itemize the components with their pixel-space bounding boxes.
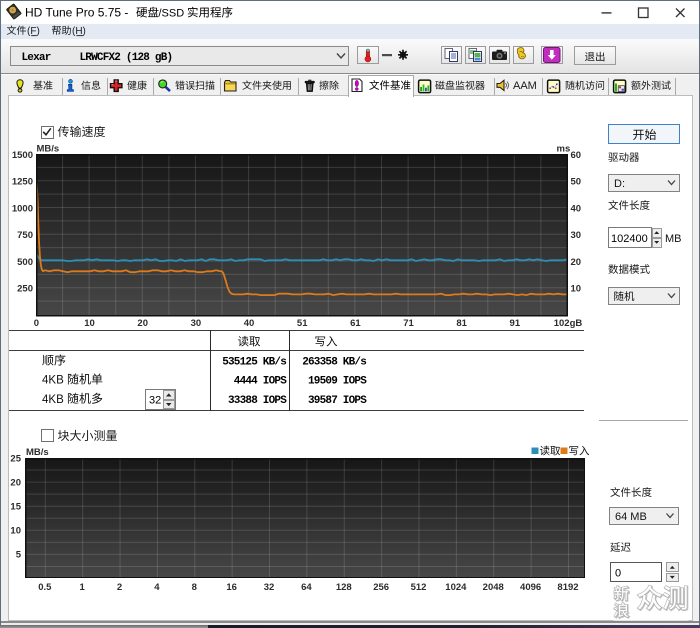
svg-text:81: 81 bbox=[456, 318, 467, 329]
svg-text:30: 30 bbox=[571, 230, 582, 241]
svg-text:HD Tune Pro 5.75 -: HD Tune Pro 5.75 - bbox=[25, 6, 128, 20]
svg-text:4KB: 4KB bbox=[42, 375, 64, 387]
svg-text:4444 IOPS: 4444 IOPS bbox=[234, 376, 287, 388]
svg-text:LRWCFX2 (128 gB): LRWCFX2 (128 gB) bbox=[80, 52, 173, 64]
svg-text:250: 250 bbox=[17, 284, 33, 295]
svg-text:0: 0 bbox=[615, 568, 621, 580]
svg-text:71: 71 bbox=[403, 318, 414, 329]
svg-text:91: 91 bbox=[510, 318, 521, 329]
svg-text:39587 IOPS: 39587 IOPS bbox=[308, 395, 367, 407]
svg-text:1000: 1000 bbox=[12, 203, 33, 214]
svg-text:/SSD: /SSD bbox=[159, 8, 185, 20]
svg-text:40: 40 bbox=[244, 318, 255, 329]
svg-text:1: 1 bbox=[80, 582, 86, 593]
svg-text:20: 20 bbox=[571, 257, 582, 268]
svg-text:102gB: 102gB bbox=[554, 318, 583, 329]
svg-text:61: 61 bbox=[350, 318, 361, 329]
svg-text:64: 64 bbox=[301, 582, 312, 593]
svg-text:MB/s: MB/s bbox=[37, 144, 60, 155]
svg-text:50: 50 bbox=[571, 177, 582, 188]
svg-text:4096: 4096 bbox=[520, 582, 541, 593]
svg-text:256: 256 bbox=[373, 582, 389, 593]
svg-text:25: 25 bbox=[10, 453, 21, 464]
svg-text:10: 10 bbox=[10, 526, 21, 537]
svg-text:102400: 102400 bbox=[611, 233, 648, 245]
svg-text:5: 5 bbox=[16, 550, 22, 561]
svg-text:8: 8 bbox=[192, 582, 197, 593]
svg-text:263358 KB/s: 263358 KB/s bbox=[302, 357, 366, 369]
svg-text:ms: ms bbox=[557, 144, 571, 155]
svg-text:32: 32 bbox=[264, 582, 275, 593]
svg-text:2048: 2048 bbox=[483, 582, 504, 593]
svg-text:MB/s: MB/s bbox=[26, 447, 49, 458]
svg-text:10: 10 bbox=[84, 318, 95, 329]
svg-text:1250: 1250 bbox=[12, 177, 33, 188]
svg-text:19509 IOPS: 19509 IOPS bbox=[308, 376, 367, 388]
svg-text:500: 500 bbox=[17, 257, 33, 268]
svg-text:64 MB: 64 MB bbox=[615, 511, 647, 523]
svg-text:4KB: 4KB bbox=[42, 394, 64, 406]
svg-text:32: 32 bbox=[149, 395, 161, 407]
svg-text:10: 10 bbox=[571, 284, 582, 295]
svg-text:750: 750 bbox=[17, 230, 33, 241]
svg-text:8192: 8192 bbox=[557, 582, 578, 593]
svg-text:AAM: AAM bbox=[513, 80, 537, 92]
svg-text:535125 KB/s: 535125 KB/s bbox=[222, 357, 286, 369]
svg-text:0: 0 bbox=[34, 318, 39, 329]
svg-text:40: 40 bbox=[571, 203, 582, 214]
svg-text:15: 15 bbox=[10, 502, 21, 513]
svg-text:2: 2 bbox=[117, 582, 122, 593]
svg-text:20: 20 bbox=[10, 477, 21, 488]
svg-text:20: 20 bbox=[137, 318, 148, 329]
svg-text:33388 IOPS: 33388 IOPS bbox=[228, 395, 287, 407]
svg-text:512: 512 bbox=[411, 582, 427, 593]
svg-text:128: 128 bbox=[336, 582, 352, 593]
svg-text:1024: 1024 bbox=[445, 582, 467, 593]
svg-text:16: 16 bbox=[226, 582, 237, 593]
svg-text:4: 4 bbox=[154, 582, 160, 593]
svg-text:1500: 1500 bbox=[12, 150, 33, 161]
svg-text:0.5: 0.5 bbox=[38, 582, 52, 593]
svg-text:30: 30 bbox=[191, 318, 202, 329]
svg-text:MB: MB bbox=[665, 233, 682, 245]
svg-text:D:: D: bbox=[614, 178, 625, 190]
svg-text:Lexar: Lexar bbox=[22, 52, 51, 64]
svg-text:60: 60 bbox=[571, 150, 582, 161]
svg-text:51: 51 bbox=[297, 318, 308, 329]
